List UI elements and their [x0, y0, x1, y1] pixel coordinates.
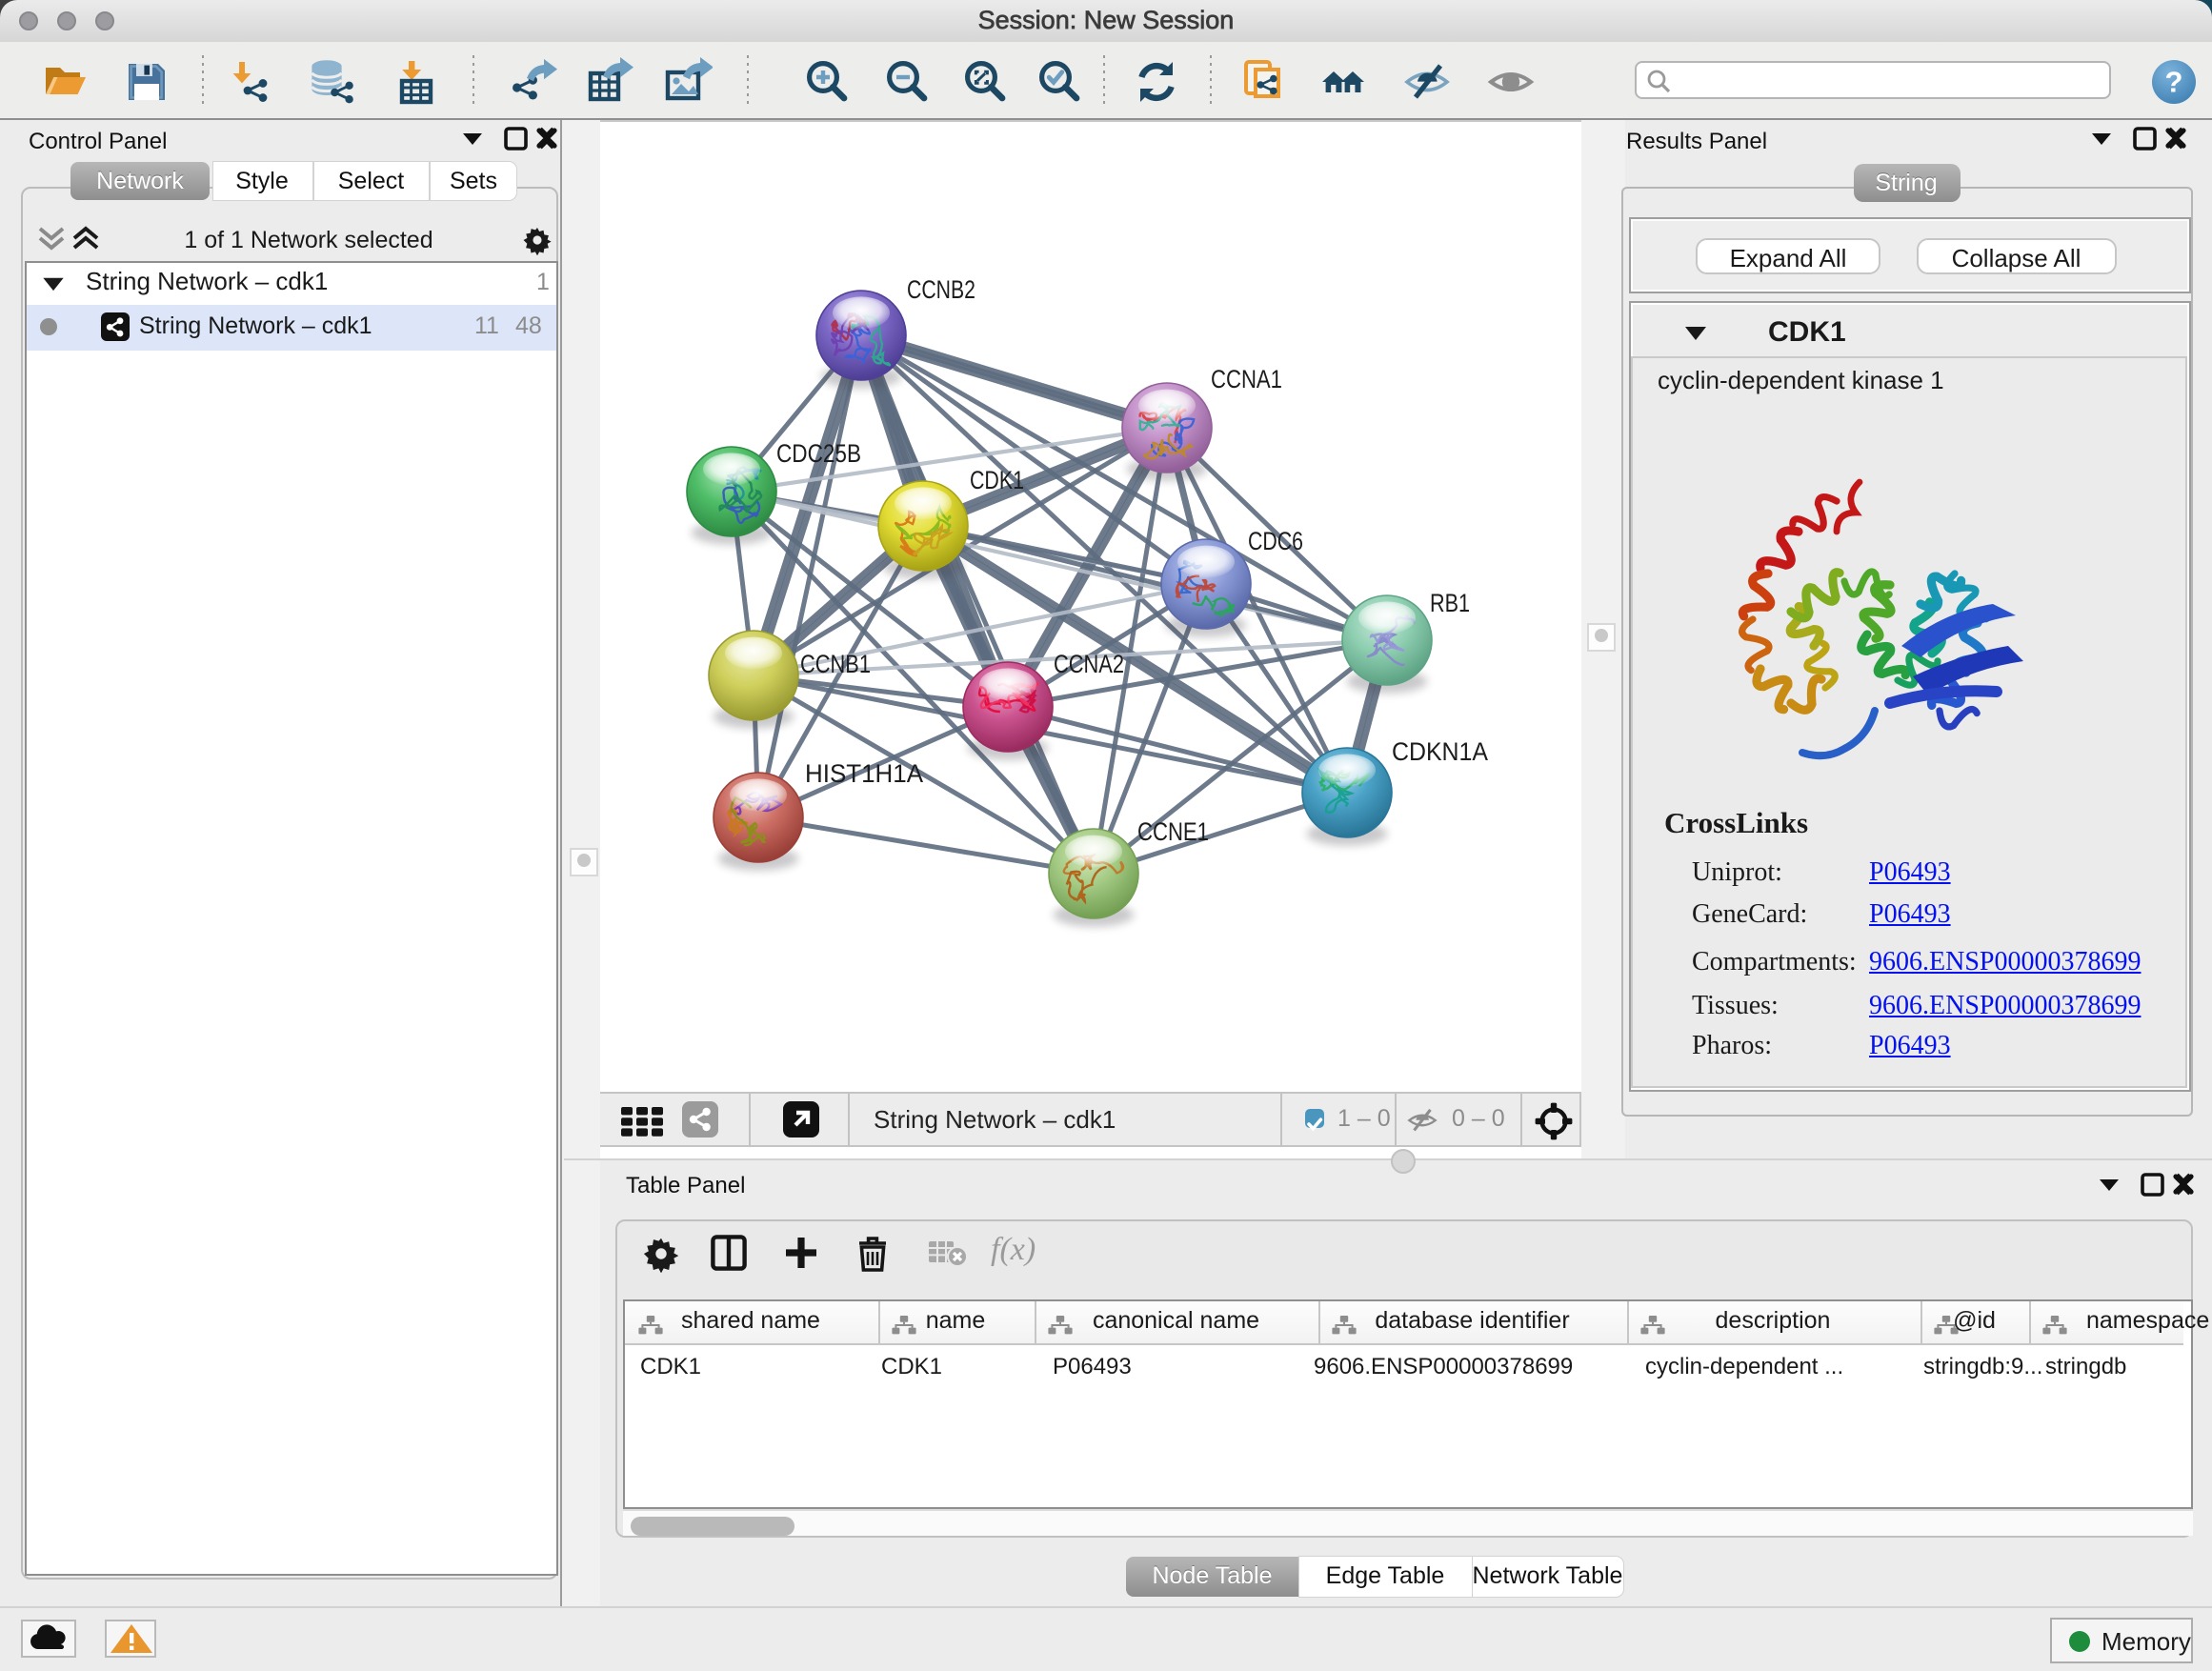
svg-text:CDK1: CDK1: [970, 465, 1024, 493]
svg-text:CCNA2: CCNA2: [1054, 649, 1124, 677]
svg-text:CDKN1A: CDKN1A: [1392, 736, 1488, 765]
svg-text:HIST1H1A: HIST1H1A: [805, 758, 923, 787]
svg-text:RB1: RB1: [1430, 588, 1470, 616]
svg-text:?: ?: [2165, 64, 2183, 97]
svg-text:CCNB1: CCNB1: [800, 649, 871, 677]
svg-text:CCNB2: CCNB2: [907, 274, 975, 303]
svg-text:CCNE1: CCNE1: [1137, 816, 1209, 845]
svg-text:CCNA1: CCNA1: [1211, 364, 1282, 393]
svg-text:CDC6: CDC6: [1248, 526, 1303, 554]
svg-text:CDC25B: CDC25B: [776, 438, 861, 467]
